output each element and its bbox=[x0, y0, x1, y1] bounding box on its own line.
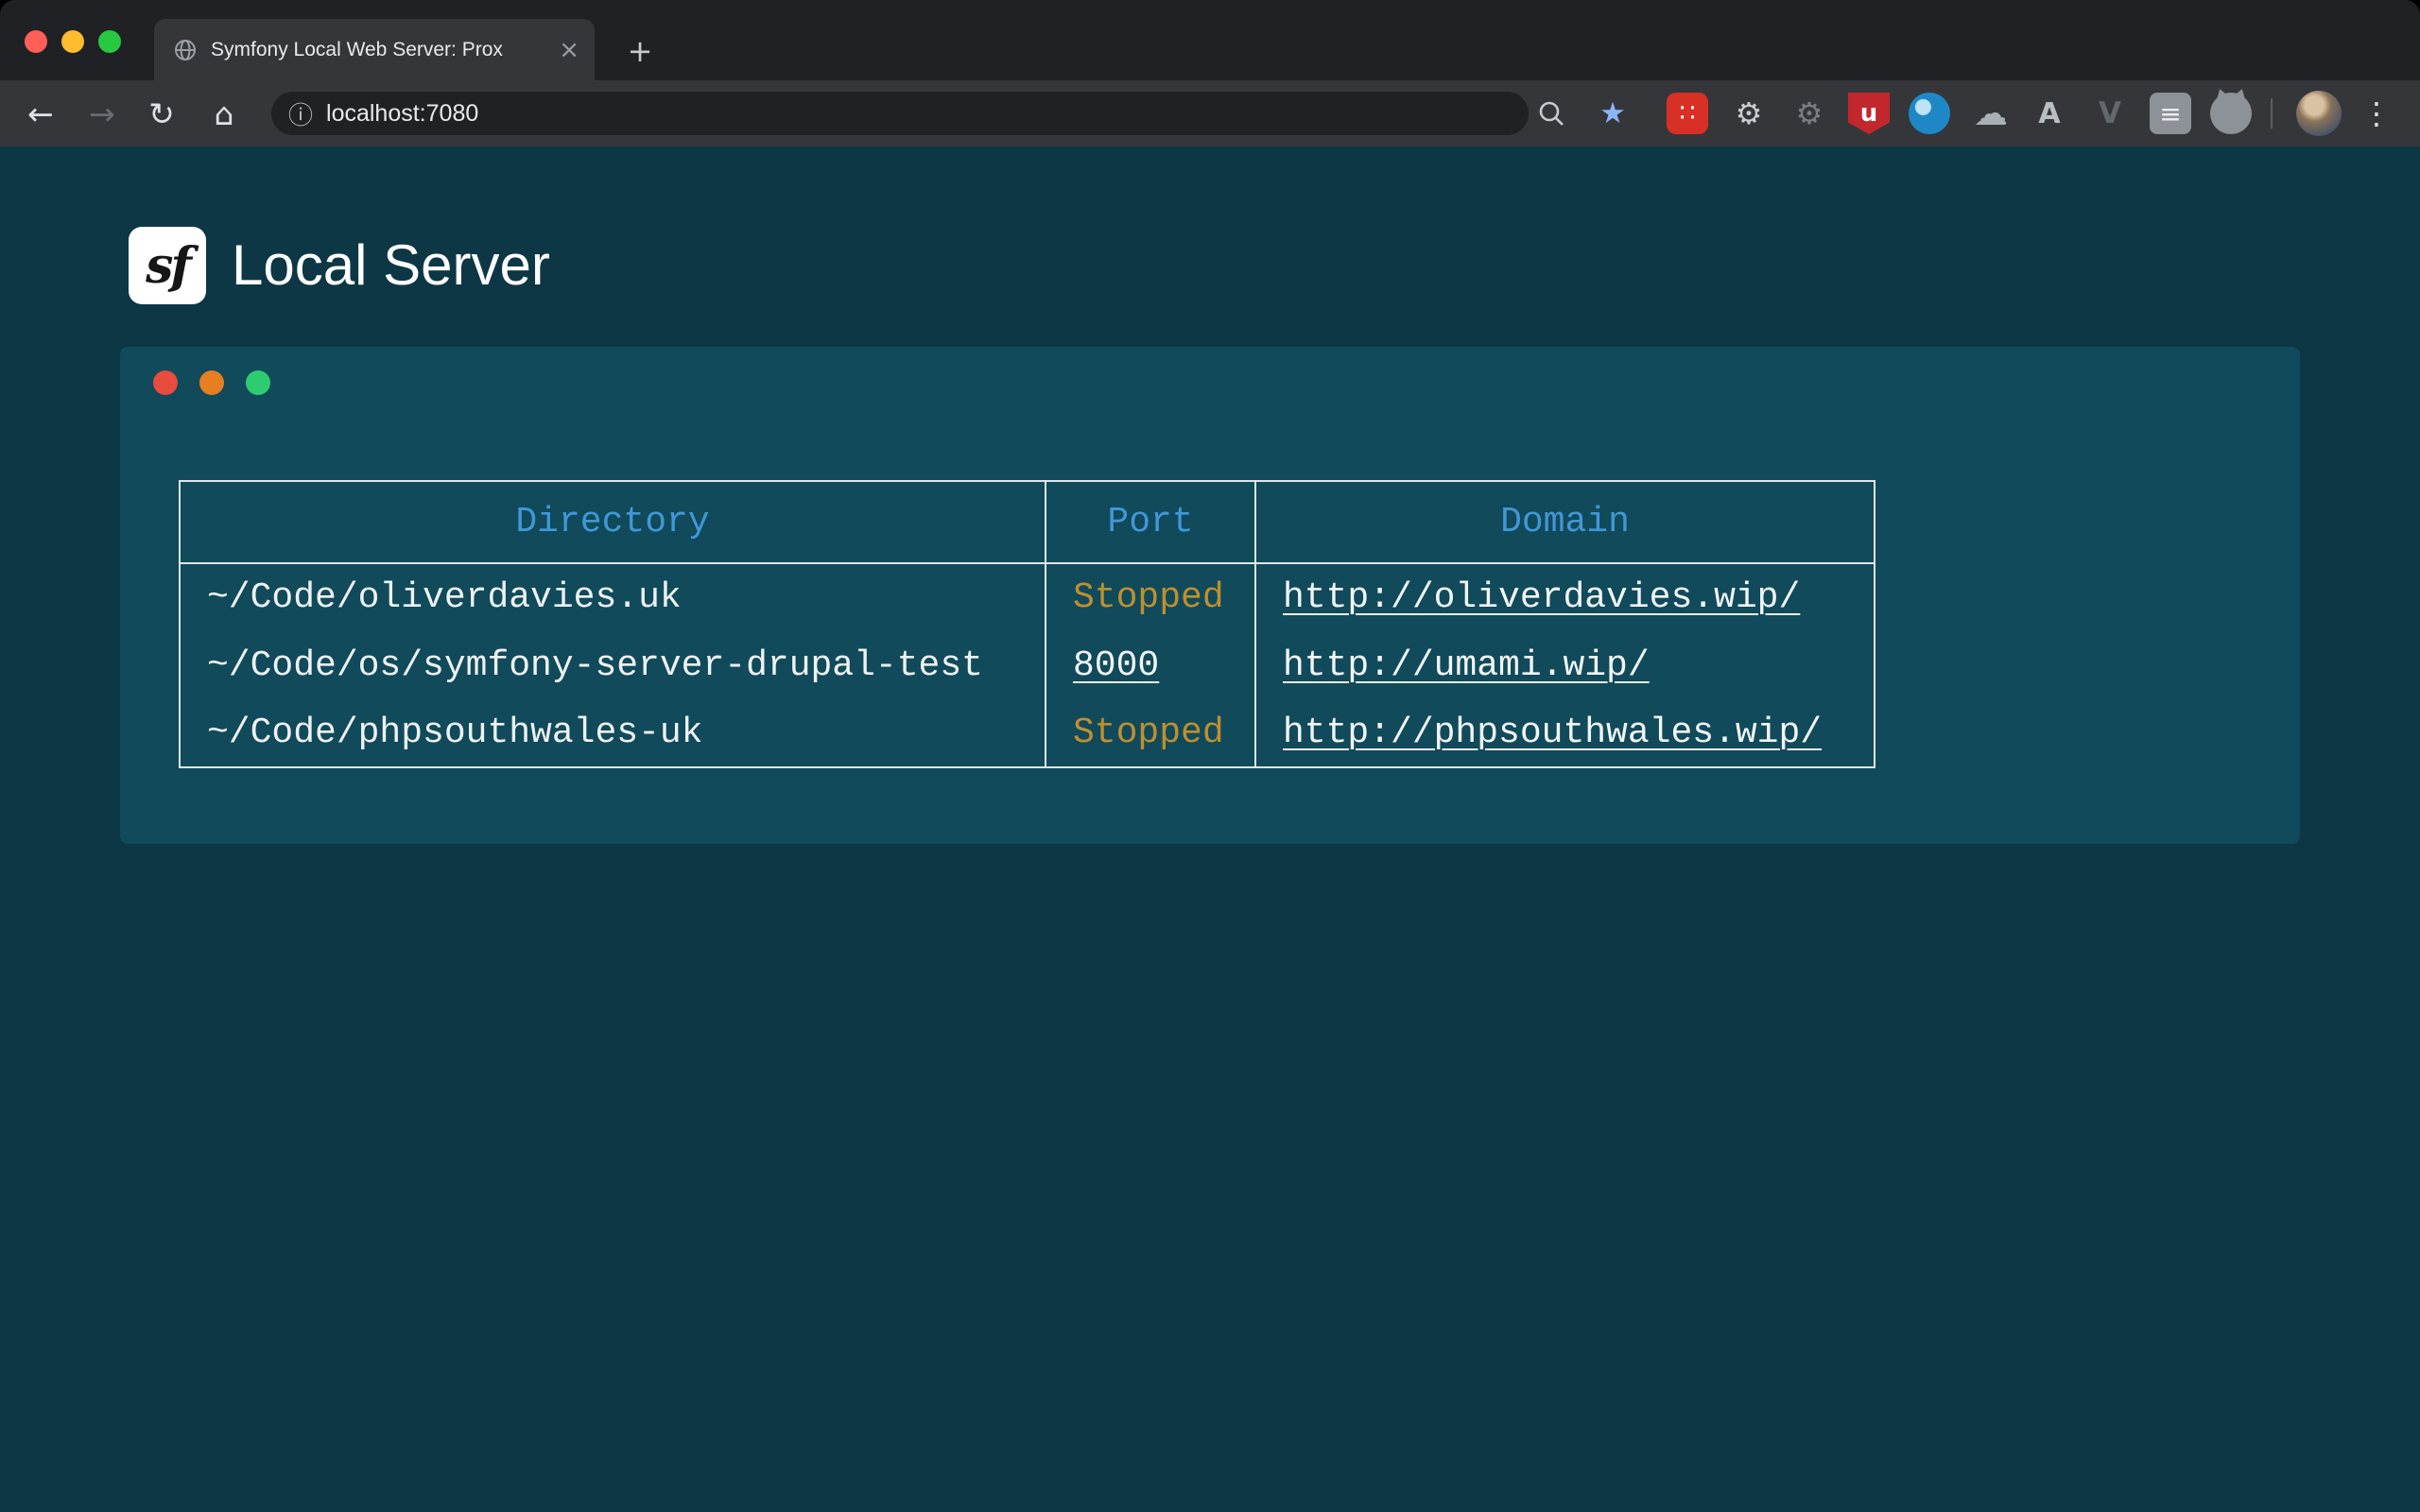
red-grid-extension-icon[interactable]: ∷ bbox=[1667, 93, 1708, 134]
symfony-logo: sf bbox=[129, 227, 206, 304]
new-tab-button[interactable]: + bbox=[617, 28, 663, 74]
browser-tab[interactable]: Symfony Local Web Server: Prox × bbox=[154, 19, 595, 80]
list-extension-icon[interactable]: ≡ bbox=[2150, 93, 2191, 134]
table-row: ~/Code/os/symfony-server-drupal-test 800… bbox=[180, 631, 1875, 699]
tab-title: Symfony Local Web Server: Prox bbox=[211, 39, 545, 61]
window-zoom-button[interactable] bbox=[98, 30, 121, 53]
terminal-red-dot-icon bbox=[153, 370, 178, 395]
tab-strip: Symfony Local Web Server: Prox × + bbox=[0, 0, 2420, 80]
profile-avatar[interactable] bbox=[2296, 91, 2342, 136]
site-info-icon[interactable]: ⓘ bbox=[288, 96, 313, 131]
table-header-directory: Directory bbox=[180, 481, 1046, 563]
v-shield-extension-icon[interactable]: V bbox=[2089, 93, 2131, 134]
domain-link[interactable]: http://umami.wip/ bbox=[1283, 645, 1650, 686]
page-title: Local Server bbox=[232, 227, 550, 304]
browser-menu-icon[interactable]: ⋮ bbox=[2356, 80, 2397, 146]
gear-light-extension-icon[interactable]: ⚙ bbox=[1728, 93, 1770, 134]
row-directory: ~/Code/phpsouthwales-uk bbox=[180, 699, 1046, 767]
address-bar[interactable]: ⓘ localhost:7080 bbox=[271, 92, 1529, 135]
home-icon[interactable]: ⌂ bbox=[203, 80, 245, 146]
tab-close-icon[interactable]: × bbox=[559, 38, 579, 62]
window-close-button[interactable] bbox=[25, 30, 47, 53]
table-header-domain: Domain bbox=[1255, 481, 1875, 563]
table-header-port: Port bbox=[1046, 481, 1255, 563]
gear-dark-extension-icon[interactable]: ⚙ bbox=[1789, 93, 1830, 134]
domain-link[interactable]: http://oliverdavies.wip/ bbox=[1283, 577, 1800, 618]
toolbar-divider bbox=[2271, 98, 2273, 129]
table-row: ~/Code/phpsouthwales-uk Stopped http://p… bbox=[180, 699, 1875, 767]
table-row: ~/Code/oliverdavies.uk Stopped http://ol… bbox=[180, 563, 1875, 631]
window-minimize-button[interactable] bbox=[61, 30, 84, 53]
row-directory: ~/Code/os/symfony-server-drupal-test bbox=[180, 631, 1046, 699]
bookmark-star-icon[interactable]: ★ bbox=[1592, 80, 1634, 146]
browser-window: Symfony Local Web Server: Prox × + ← → ↻… bbox=[0, 0, 2420, 1512]
ublock-extension-icon[interactable]: u bbox=[1848, 93, 1890, 134]
terminal-green-dot-icon bbox=[246, 370, 270, 395]
zoom-icon[interactable] bbox=[1530, 80, 1572, 146]
port-link[interactable]: 8000 bbox=[1073, 645, 1159, 686]
domain-link[interactable]: http://phpsouthwales.wip/ bbox=[1283, 713, 1822, 753]
github-extension-icon[interactable] bbox=[2210, 93, 2252, 134]
table-header-row: Directory Port Domain bbox=[180, 481, 1875, 563]
address-url[interactable]: localhost:7080 bbox=[326, 100, 478, 128]
back-icon[interactable]: ← bbox=[20, 80, 61, 146]
blue-circle-extension-icon[interactable] bbox=[1909, 93, 1950, 134]
letter-a-extension-icon[interactable]: A bbox=[2029, 93, 2070, 134]
status-stopped: Stopped bbox=[1073, 713, 1224, 753]
globe-favicon-icon bbox=[173, 38, 198, 62]
servers-table: Directory Port Domain ~/Code/oliverdavie… bbox=[179, 480, 1876, 768]
cloud-extension-icon[interactable]: ☁ bbox=[1970, 93, 2012, 134]
server-panel: Directory Port Domain ~/Code/oliverdavie… bbox=[120, 347, 2300, 844]
forward-icon[interactable]: → bbox=[81, 80, 123, 146]
terminal-orange-dot-icon bbox=[199, 370, 224, 395]
browser-toolbar: ← → ↻ ⌂ ⓘ localhost:7080 ★ ∷ ⚙ ⚙ u ☁ A V… bbox=[0, 80, 2420, 146]
row-directory: ~/Code/oliverdavies.uk bbox=[180, 563, 1046, 631]
reload-icon[interactable]: ↻ bbox=[141, 80, 182, 146]
page-content: sf Local Server Directory Port Domain ~/… bbox=[0, 146, 2420, 1512]
status-stopped: Stopped bbox=[1073, 577, 1224, 618]
